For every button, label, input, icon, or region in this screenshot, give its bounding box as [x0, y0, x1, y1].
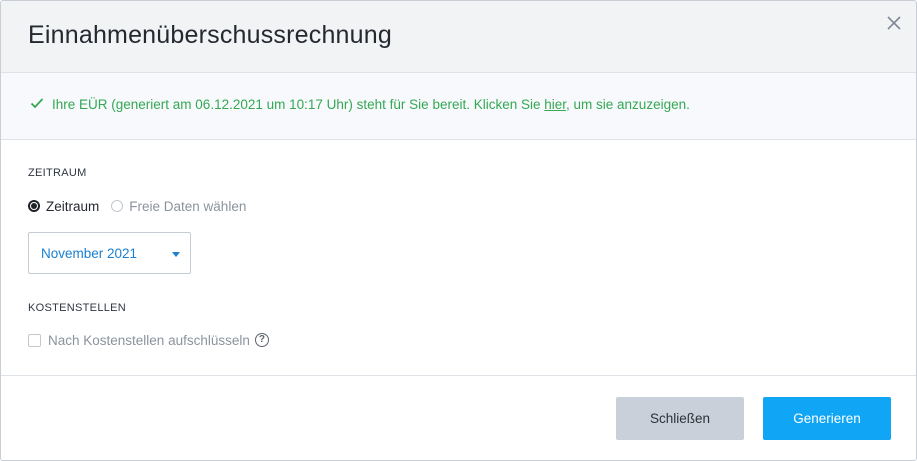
radio-zeitraum[interactable]: [28, 200, 40, 212]
dialog-title: Einnahmenüberschussrechnung: [28, 21, 392, 49]
zeitraum-radio-group: Zeitraum Freie Daten wählen: [28, 197, 246, 215]
close-icon[interactable]: [884, 13, 904, 33]
notice-text: Ihre EÜR (generiert am 06.12.2021 um 10:…: [52, 97, 690, 112]
zeitraum-select-value: November 2021: [41, 246, 138, 261]
kostenstellen-checkbox-label[interactable]: Nach Kostenstellen aufschlüsseln: [48, 333, 250, 348]
kostenstellen-checkbox[interactable]: [28, 333, 41, 347]
kostenstellen-section-label: KOSTENSTELLEN: [28, 302, 127, 314]
eur-dialog: Einnahmenüberschussrechnung Ihre EÜR (ge…: [0, 0, 917, 461]
zeitraum-section-label: ZEITRAUM: [28, 167, 87, 179]
dialog-header: Einnahmenüberschussrechnung: [1, 1, 916, 73]
radio-freie-daten[interactable]: [111, 200, 124, 212]
radio-zeitraum-label[interactable]: Zeitraum: [46, 199, 99, 214]
kostenstellen-checkbox-row: Nach Kostenstellen aufschlüsseln ?: [28, 331, 269, 349]
close-button[interactable]: Schließen: [616, 397, 744, 440]
help-icon[interactable]: ?: [254, 333, 269, 347]
zeitraum-select[interactable]: November 2021: [28, 232, 191, 274]
check-icon: [30, 98, 44, 109]
radio-freie-daten-label[interactable]: Freie Daten wählen: [129, 199, 246, 214]
generate-button[interactable]: Generieren: [763, 397, 891, 440]
notice-link-hier[interactable]: hier: [544, 97, 566, 112]
caret-down-icon: [172, 252, 180, 257]
footer-divider: [1, 375, 916, 376]
success-notice: Ihre EÜR (generiert am 06.12.2021 um 10:…: [1, 73, 916, 140]
notice-text-after: , um sie anzuzeigen.: [566, 97, 690, 112]
close-icon-glyph: [887, 16, 901, 30]
notice-text-before: Ihre EÜR (generiert am 06.12.2021 um 10:…: [52, 97, 545, 112]
